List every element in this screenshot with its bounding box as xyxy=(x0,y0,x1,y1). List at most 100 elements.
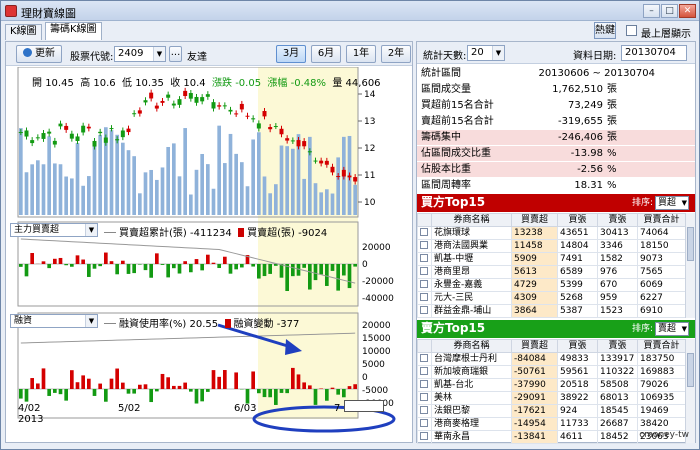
candle-body xyxy=(336,176,341,178)
buy-sort-value: 買超 xyxy=(658,198,677,208)
low-bar xyxy=(302,382,306,389)
row-checkbox-cell[interactable] xyxy=(417,404,432,418)
candle-body xyxy=(137,110,142,114)
mid-bar xyxy=(251,264,255,267)
row-checkbox[interactable] xyxy=(420,280,428,288)
row-checkbox-cell[interactable] xyxy=(417,226,432,240)
table-row[interactable]: 港商里昂 5613 6589 976 7565 xyxy=(417,265,686,279)
tab-kline[interactable]: K線圖 xyxy=(5,24,42,40)
refresh-button[interactable]: 更新 xyxy=(16,45,62,63)
candle-body xyxy=(239,103,244,110)
chevron-down-icon[interactable]: ▼ xyxy=(682,197,687,209)
row-checkbox-cell[interactable] xyxy=(417,365,432,379)
row-checkbox-cell[interactable] xyxy=(417,291,432,305)
row-checkbox[interactable] xyxy=(420,228,428,236)
volume-bar xyxy=(155,179,159,215)
row-checkbox[interactable] xyxy=(420,432,428,440)
sell-top-title: 賣方Top15 xyxy=(421,321,486,335)
table-row[interactable]: 花旗環球 13238 43651 30413 74064 xyxy=(417,226,686,240)
table-row[interactable]: 台灣摩根士丹利 -84084 49833 133917 183750 xyxy=(417,352,686,366)
row-checkbox-cell[interactable] xyxy=(417,265,432,279)
stock-code-input[interactable]: 2409 ▼ xyxy=(114,46,166,62)
row-checkbox-cell[interactable] xyxy=(417,430,432,444)
chevron-down-icon[interactable]: ▼ xyxy=(153,47,165,61)
volume-bar xyxy=(177,176,182,215)
period-6m-button[interactable]: 6月 xyxy=(311,45,341,63)
candle-body xyxy=(126,128,131,133)
sell-table-scrollbar[interactable] xyxy=(685,339,695,443)
candle-body xyxy=(160,100,165,103)
close-button[interactable]: ✕ xyxy=(679,4,696,18)
row-checkbox[interactable] xyxy=(420,254,428,262)
candle-body xyxy=(268,127,273,130)
row-checkbox[interactable] xyxy=(420,267,428,275)
topmost-checkbox[interactable] xyxy=(626,25,637,36)
chip-kline-chart[interactable]: 14 13 12 11 10 20000 0 -20000 -40000 20000 15000 10… xyxy=(6,67,412,443)
table-row[interactable]: 港商法國興業 11458 14804 3346 18150 xyxy=(417,239,686,253)
row-checkbox[interactable] xyxy=(420,419,428,427)
chevron-down-icon[interactable]: ▼ xyxy=(85,315,97,327)
minimize-button[interactable]: – xyxy=(643,4,660,18)
period-3m-button[interactable]: 3月 xyxy=(276,45,306,63)
table-row[interactable]: 港商麥格理 -14954 11733 26687 38420 xyxy=(417,417,686,431)
row-checkbox[interactable] xyxy=(420,354,428,362)
table-header-cell: 賣張 xyxy=(597,213,638,227)
tab-chip-kline[interactable]: 籌碼K線圖 xyxy=(45,22,102,40)
maximize-button[interactable]: □ xyxy=(661,4,678,18)
row-checkbox-cell[interactable] xyxy=(417,378,432,392)
row-checkbox-cell[interactable] xyxy=(417,304,432,318)
table-row[interactable]: 凱基-台北 -37990 20518 58508 79026 xyxy=(417,378,686,392)
stat-unit: % xyxy=(607,164,617,175)
chevron-down-icon[interactable]: ▼ xyxy=(492,46,504,60)
row-checkbox-cell[interactable] xyxy=(417,352,432,366)
hotkey-button[interactable]: 熱鍵 xyxy=(594,22,616,39)
table-cell: 924 xyxy=(557,404,598,418)
volume-bar xyxy=(30,164,34,215)
row-checkbox-cell[interactable] xyxy=(417,278,432,292)
period-2y-button[interactable]: 2年 xyxy=(381,45,411,63)
volume-bar xyxy=(217,125,221,215)
table-cell: 976 xyxy=(597,265,638,279)
chevron-down-icon[interactable]: ▼ xyxy=(682,323,687,335)
indicator-select-mid-value: 主力買賣超 xyxy=(14,225,60,235)
low-bar xyxy=(53,389,57,393)
table-row[interactable]: 法銀巴黎 -17621 924 18545 19469 xyxy=(417,404,686,418)
table-cell: 18150 xyxy=(637,239,686,253)
buy-sort-select[interactable]: 買超 ▼ xyxy=(655,196,689,210)
stat-days-select[interactable]: 20 ▼ xyxy=(467,45,505,61)
table-row[interactable]: 永豐金-嘉義 4729 5399 670 6069 xyxy=(417,278,686,292)
indicator-select-mid[interactable]: 主力買賣超 ▼ xyxy=(10,223,98,237)
row-checkbox[interactable] xyxy=(420,393,428,401)
row-checkbox-cell[interactable] xyxy=(417,391,432,405)
mid-bar xyxy=(206,254,210,264)
row-checkbox[interactable] xyxy=(420,241,428,249)
period-1y-button[interactable]: 1年 xyxy=(346,45,376,63)
chevron-down-icon[interactable]: ▼ xyxy=(85,224,97,236)
buy-table-scrollbar[interactable] xyxy=(685,213,695,318)
table-row[interactable]: 美林 -29091 38922 68013 106935 xyxy=(417,391,686,405)
low-bar xyxy=(75,382,80,389)
row-checkbox[interactable] xyxy=(420,380,428,388)
scroll-thumb[interactable] xyxy=(687,227,694,261)
sell-sort-select[interactable]: 賣超 ▼ xyxy=(655,322,689,336)
row-checkbox[interactable] xyxy=(420,406,428,414)
candle-body xyxy=(177,99,182,105)
table-row[interactable]: 群益金鼎-埔山 3864 5387 1523 6910 xyxy=(417,304,686,318)
row-checkbox[interactable] xyxy=(420,306,428,314)
row-checkbox[interactable] xyxy=(420,367,428,375)
data-date-input[interactable]: 20130704 xyxy=(621,45,687,61)
row-checkbox-cell[interactable] xyxy=(417,239,432,253)
stock-lookup-button[interactable]: ... xyxy=(169,46,182,62)
low-legend: 融資使用率(%) 20.55 融資變動 -377 xyxy=(104,315,299,330)
low-bar xyxy=(330,387,335,389)
row-checkbox-cell[interactable] xyxy=(417,417,432,431)
table-cell: 30413 xyxy=(597,226,638,240)
table-row[interactable]: 新加坡商瑞銀 -50761 59561 110322 169883 xyxy=(417,365,686,379)
table-header-cell: 買張 xyxy=(557,213,598,227)
row-checkbox[interactable] xyxy=(420,293,428,301)
row-checkbox-cell[interactable] xyxy=(417,252,432,266)
table-row[interactable]: 凱基-中壢 5909 7491 1582 9073 xyxy=(417,252,686,266)
indicator-select-low[interactable]: 融資 ▼ xyxy=(10,314,98,328)
scroll-thumb[interactable] xyxy=(687,353,694,387)
table-row[interactable]: 元大-三民 4309 5268 959 6227 xyxy=(417,291,686,305)
